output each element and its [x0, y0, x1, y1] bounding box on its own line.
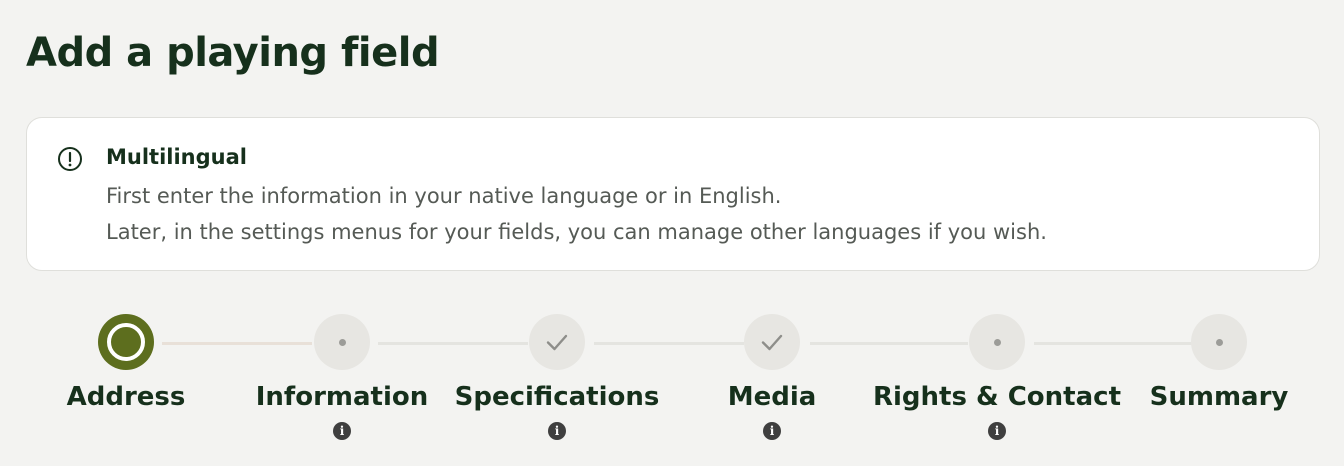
step-connector [162, 342, 312, 345]
step-summary-indicator[interactable] [1191, 314, 1247, 370]
pending-dot-icon [338, 338, 346, 346]
notice-title: Multilingual [106, 145, 247, 169]
info-glyph: i [994, 424, 1000, 438]
step-media-label[interactable]: Media [728, 382, 817, 412]
exclamation-circle-icon [58, 147, 82, 171]
notice-text-line-1: First enter the information in your nati… [106, 184, 782, 208]
info-icon[interactable]: i [548, 422, 566, 440]
step-specifications-indicator[interactable] [529, 314, 585, 370]
step-connector [810, 342, 968, 345]
step-rights-contact-label[interactable]: Rights & Contact [873, 382, 1121, 412]
step-media-indicator[interactable] [744, 314, 800, 370]
current-step-ring-icon [107, 323, 145, 361]
info-icon[interactable]: i [988, 422, 1006, 440]
step-address-indicator[interactable] [98, 314, 154, 370]
info-icon[interactable]: i [763, 422, 781, 440]
step-summary-label[interactable]: Summary [1150, 382, 1289, 412]
step-specifications-label[interactable]: Specifications [455, 382, 660, 412]
pending-dot-icon [993, 338, 1001, 346]
checkmark-icon [761, 334, 783, 351]
page-title: Add a playing field [26, 30, 440, 76]
info-glyph: i [554, 424, 560, 438]
step-connector [594, 342, 744, 345]
step-connector [378, 342, 528, 345]
step-connector [1034, 342, 1192, 345]
notice-text-line-2: Later, in the settings menus for your fi… [106, 220, 1047, 244]
step-information-label[interactable]: Information [256, 382, 429, 412]
checkmark-icon [546, 334, 568, 351]
info-icon[interactable]: i [333, 422, 351, 440]
info-glyph: i [339, 424, 345, 438]
step-address-label[interactable]: Address [67, 382, 186, 412]
step-information-indicator[interactable] [314, 314, 370, 370]
step-rights-contact-indicator[interactable] [969, 314, 1025, 370]
progress-stepper: Address Information i Specifications i M… [0, 300, 1344, 466]
multilingual-notice: Multilingual First enter the information… [26, 117, 1320, 271]
pending-dot-icon [1215, 338, 1223, 346]
info-glyph: i [769, 424, 775, 438]
